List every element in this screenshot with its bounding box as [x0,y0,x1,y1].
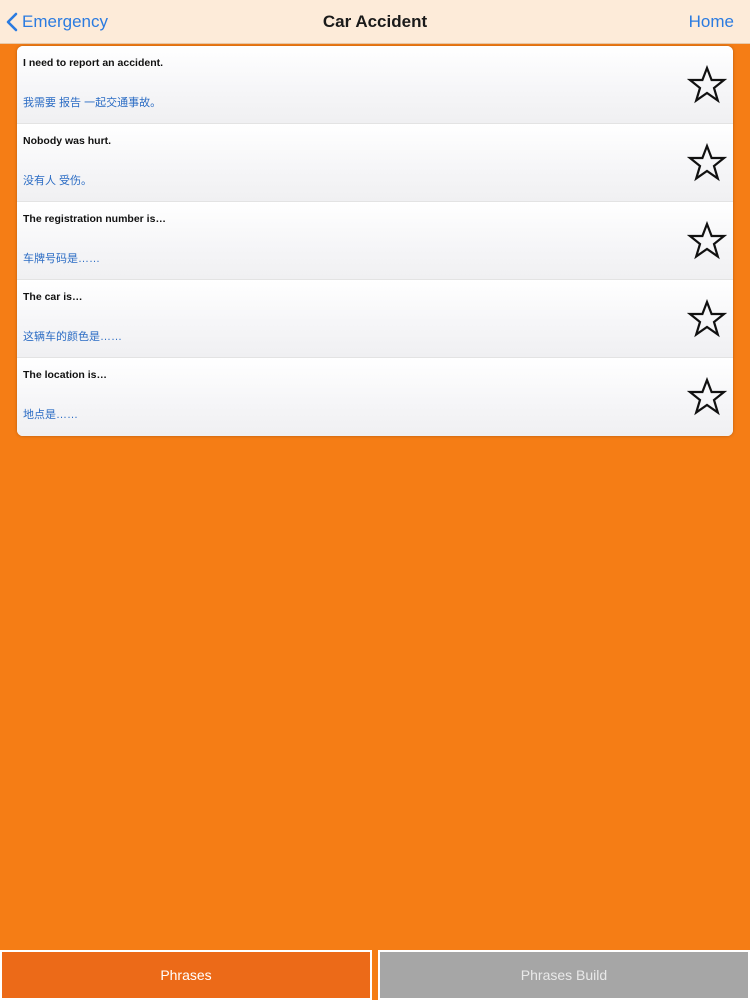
star-outline-icon[interactable] [687,377,727,417]
tab-phrases[interactable]: Phrases [0,950,372,1000]
phrase-english: The car is… [23,291,83,303]
phrase-english: The registration number is… [23,213,166,225]
phrase-english: Nobody was hurt. [23,135,112,147]
phrase-english: The location is… [23,369,108,381]
navigation-bar: Emergency Car Accident Home [0,0,750,44]
chevron-left-icon [6,12,18,32]
phrase-chinese: 我需要 报告 一起交通事故。 [23,97,162,109]
phrase-row[interactable]: Nobody was hurt. 没有人 受伤。 [17,124,733,202]
phrase-chinese: 这辆车的颜色是…… [23,331,122,343]
tab-phrases-build[interactable]: Phrases Build [378,950,750,1000]
phrase-chinese: 车牌号码是…… [23,253,100,265]
star-outline-icon[interactable] [687,65,727,105]
phrase-chinese: 地点是…… [23,409,78,421]
home-button[interactable]: Home [689,0,734,44]
phrase-english: I need to report an accident. [23,57,164,69]
back-button[interactable]: Emergency [6,0,108,44]
bottom-tab-bar: Phrases Phrases Build [0,950,750,1000]
star-outline-icon[interactable] [687,143,727,183]
phrase-chinese: 没有人 受伤。 [23,175,93,187]
star-outline-icon[interactable] [687,299,727,339]
phrase-row[interactable]: The location is… 地点是…… [17,358,733,436]
phrase-list: I need to report an accident. 我需要 报告 一起交… [17,46,733,436]
star-outline-icon[interactable] [687,221,727,261]
page-title: Car Accident [322,12,428,31]
phrase-row[interactable]: I need to report an accident. 我需要 报告 一起交… [17,46,733,124]
phrase-row[interactable]: The registration number is… 车牌号码是…… [17,202,733,280]
back-button-label: Emergency [22,12,108,31]
phrase-row[interactable]: The car is… 这辆车的颜色是…… [17,280,733,358]
